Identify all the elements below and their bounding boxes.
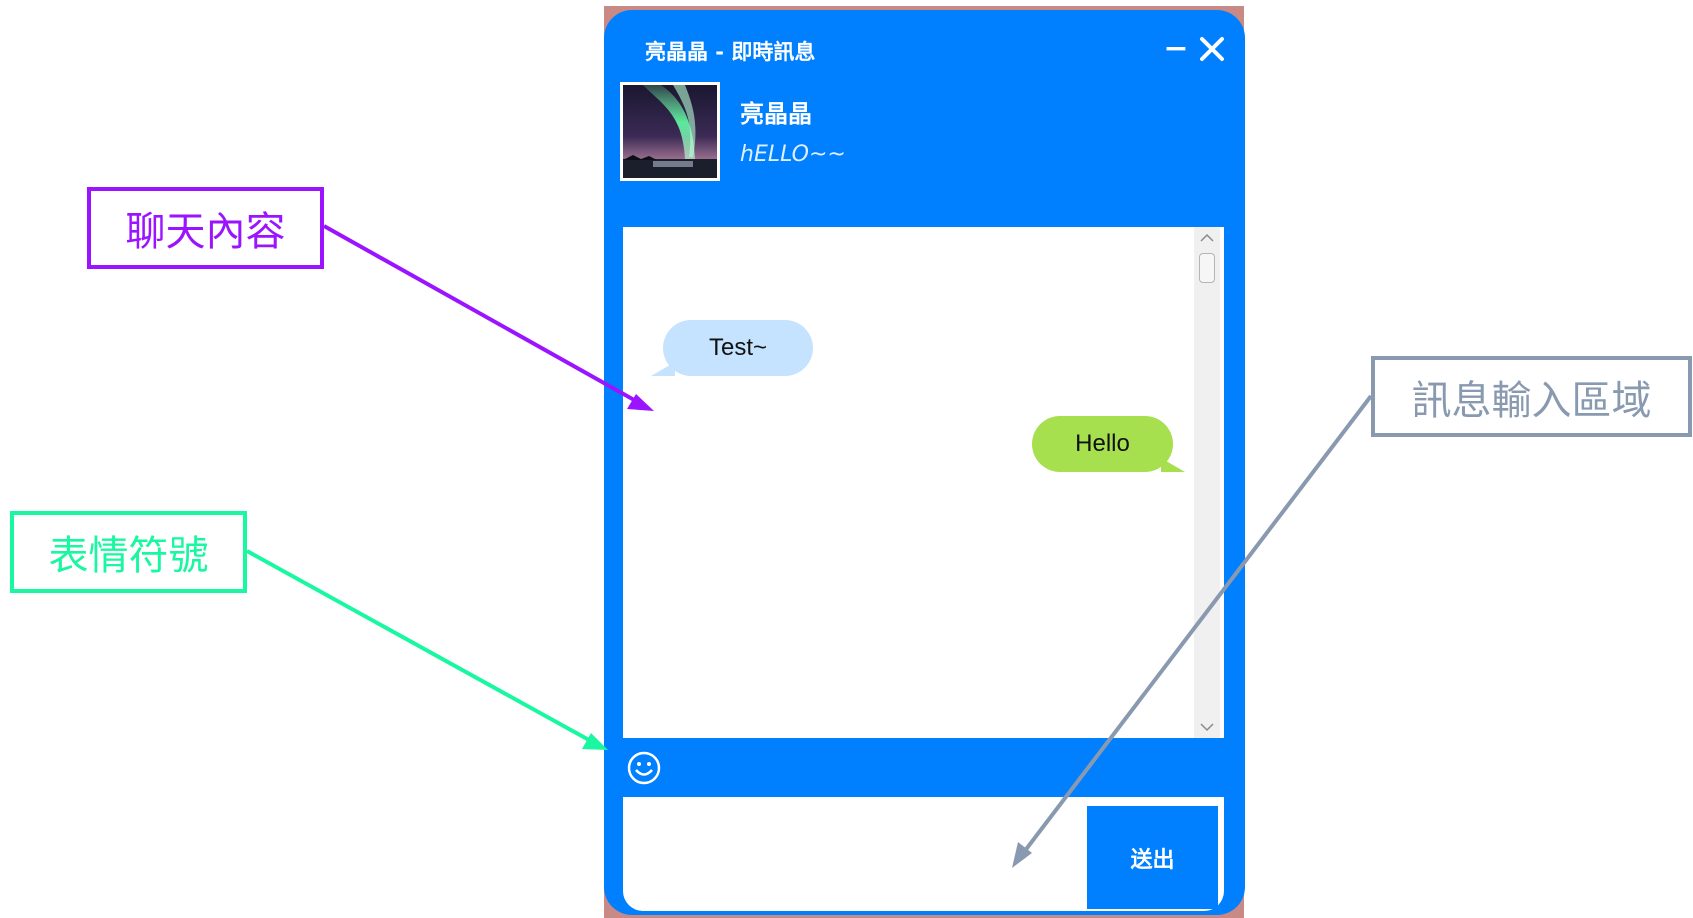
chat-content-area[interactable]: Test~ Hello (623, 227, 1224, 738)
contact-avatar (620, 82, 720, 181)
close-button[interactable] (1197, 34, 1227, 64)
chat-scrollbar[interactable] (1194, 227, 1220, 738)
outgoing-message-bubble: Hello (1032, 416, 1185, 472)
incoming-message-bubble: Test~ (651, 320, 813, 376)
arrow-chat-content (323, 224, 637, 403)
callout-chat-content: 聊天內容 (87, 187, 324, 269)
contact-name: 亮晶晶 (740, 100, 812, 128)
scroll-up-button[interactable] (1194, 227, 1220, 249)
scroll-thumb[interactable] (1199, 253, 1215, 283)
chat-window: 亮晶晶 - 即時訊息 − 亮晶晶 hELLO~~ Test~ Hello 送出 (604, 10, 1245, 915)
aurora-avatar-image (623, 85, 717, 178)
callout-emoji: 表情符號 (10, 511, 247, 593)
contact-status: hELLO~~ (740, 142, 846, 167)
smiley-icon (627, 751, 661, 785)
chevron-down-icon (1200, 723, 1214, 732)
scroll-down-button[interactable] (1194, 716, 1220, 738)
send-button[interactable]: 送出 (1087, 806, 1218, 909)
close-icon (1200, 37, 1224, 61)
callout-input-area: 訊息輸入區域 (1371, 356, 1692, 437)
window-title: 亮晶晶 - 即時訊息 (645, 40, 816, 64)
arrow-emoji (246, 549, 590, 742)
chevron-up-icon (1200, 233, 1214, 242)
message-input-area: 送出 (623, 797, 1224, 911)
emoji-button[interactable] (626, 750, 662, 786)
message-input[interactable] (623, 797, 1091, 911)
minimize-button[interactable]: − (1163, 34, 1189, 64)
